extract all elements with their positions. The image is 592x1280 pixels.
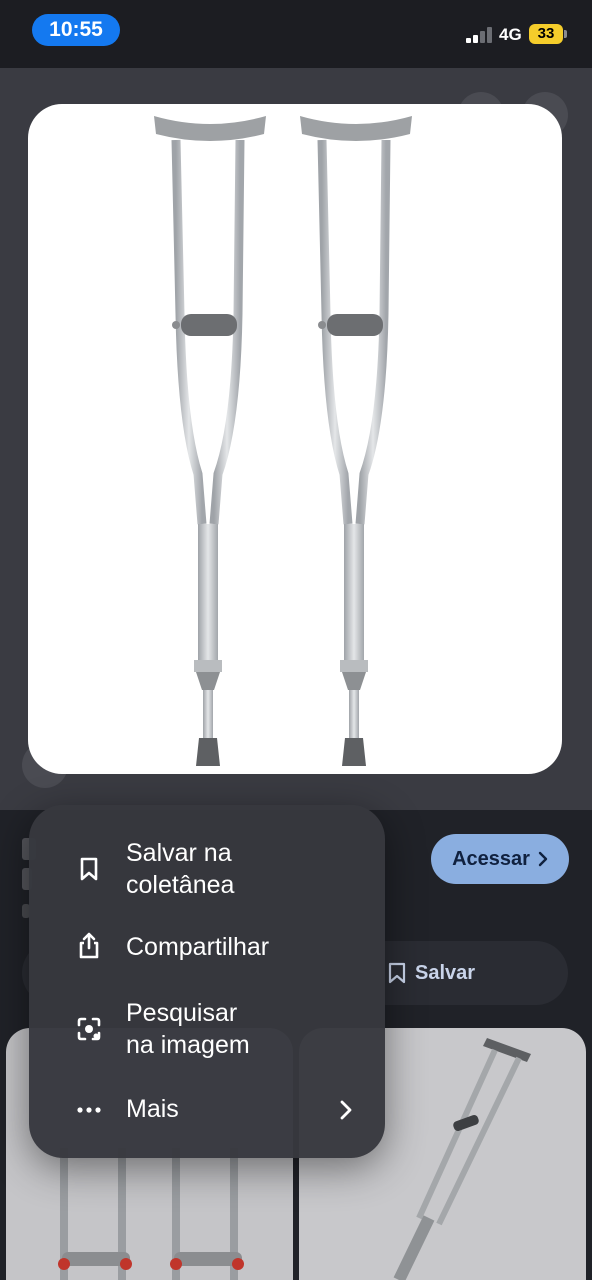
menu-item-label: Mais <box>126 1095 179 1123</box>
battery-icon: 33 <box>529 24 563 44</box>
crutches-image <box>154 104 562 774</box>
menu-item-save-to-collection[interactable]: Salvar na coletânea <box>29 837 385 901</box>
clock-time: 10:55 <box>32 14 120 46</box>
chevron-right-icon <box>340 1100 352 1120</box>
menu-item-label: Compartilhar <box>126 933 270 961</box>
battery-tip <box>564 30 567 38</box>
visit-label: Acessar <box>452 847 530 870</box>
bookmark-icon <box>80 857 98 881</box>
network-type: 4G <box>499 25 522 44</box>
preview-image[interactable] <box>28 104 562 774</box>
save-label: Salvar <box>415 961 476 984</box>
battery-level: 33 <box>537 25 555 42</box>
signal-strength-icon <box>466 27 492 43</box>
menu-item-label: Salvar na coletânea <box>126 839 235 899</box>
lens-search-icon <box>77 1017 101 1041</box>
menu-item-label: Pesquisar na imagem <box>126 999 250 1059</box>
visit-button[interactable]: Acessar <box>431 834 569 884</box>
menu-item-search-image[interactable]: Pesquisar na imagem <box>29 997 385 1061</box>
share-icon <box>79 932 99 959</box>
bookmark-icon <box>388 962 406 984</box>
context-menu: Salvar na coletânea Compartilhar Pesquis… <box>29 805 385 1158</box>
more-dots-icon <box>77 1107 101 1113</box>
status-bar: 10:55 4G 33 <box>0 0 592 68</box>
save-button[interactable]: Salvar <box>388 958 475 988</box>
menu-item-share[interactable]: Compartilhar <box>29 931 385 965</box>
chevron-right-icon <box>538 851 548 867</box>
menu-item-more[interactable]: Mais <box>29 1093 385 1127</box>
